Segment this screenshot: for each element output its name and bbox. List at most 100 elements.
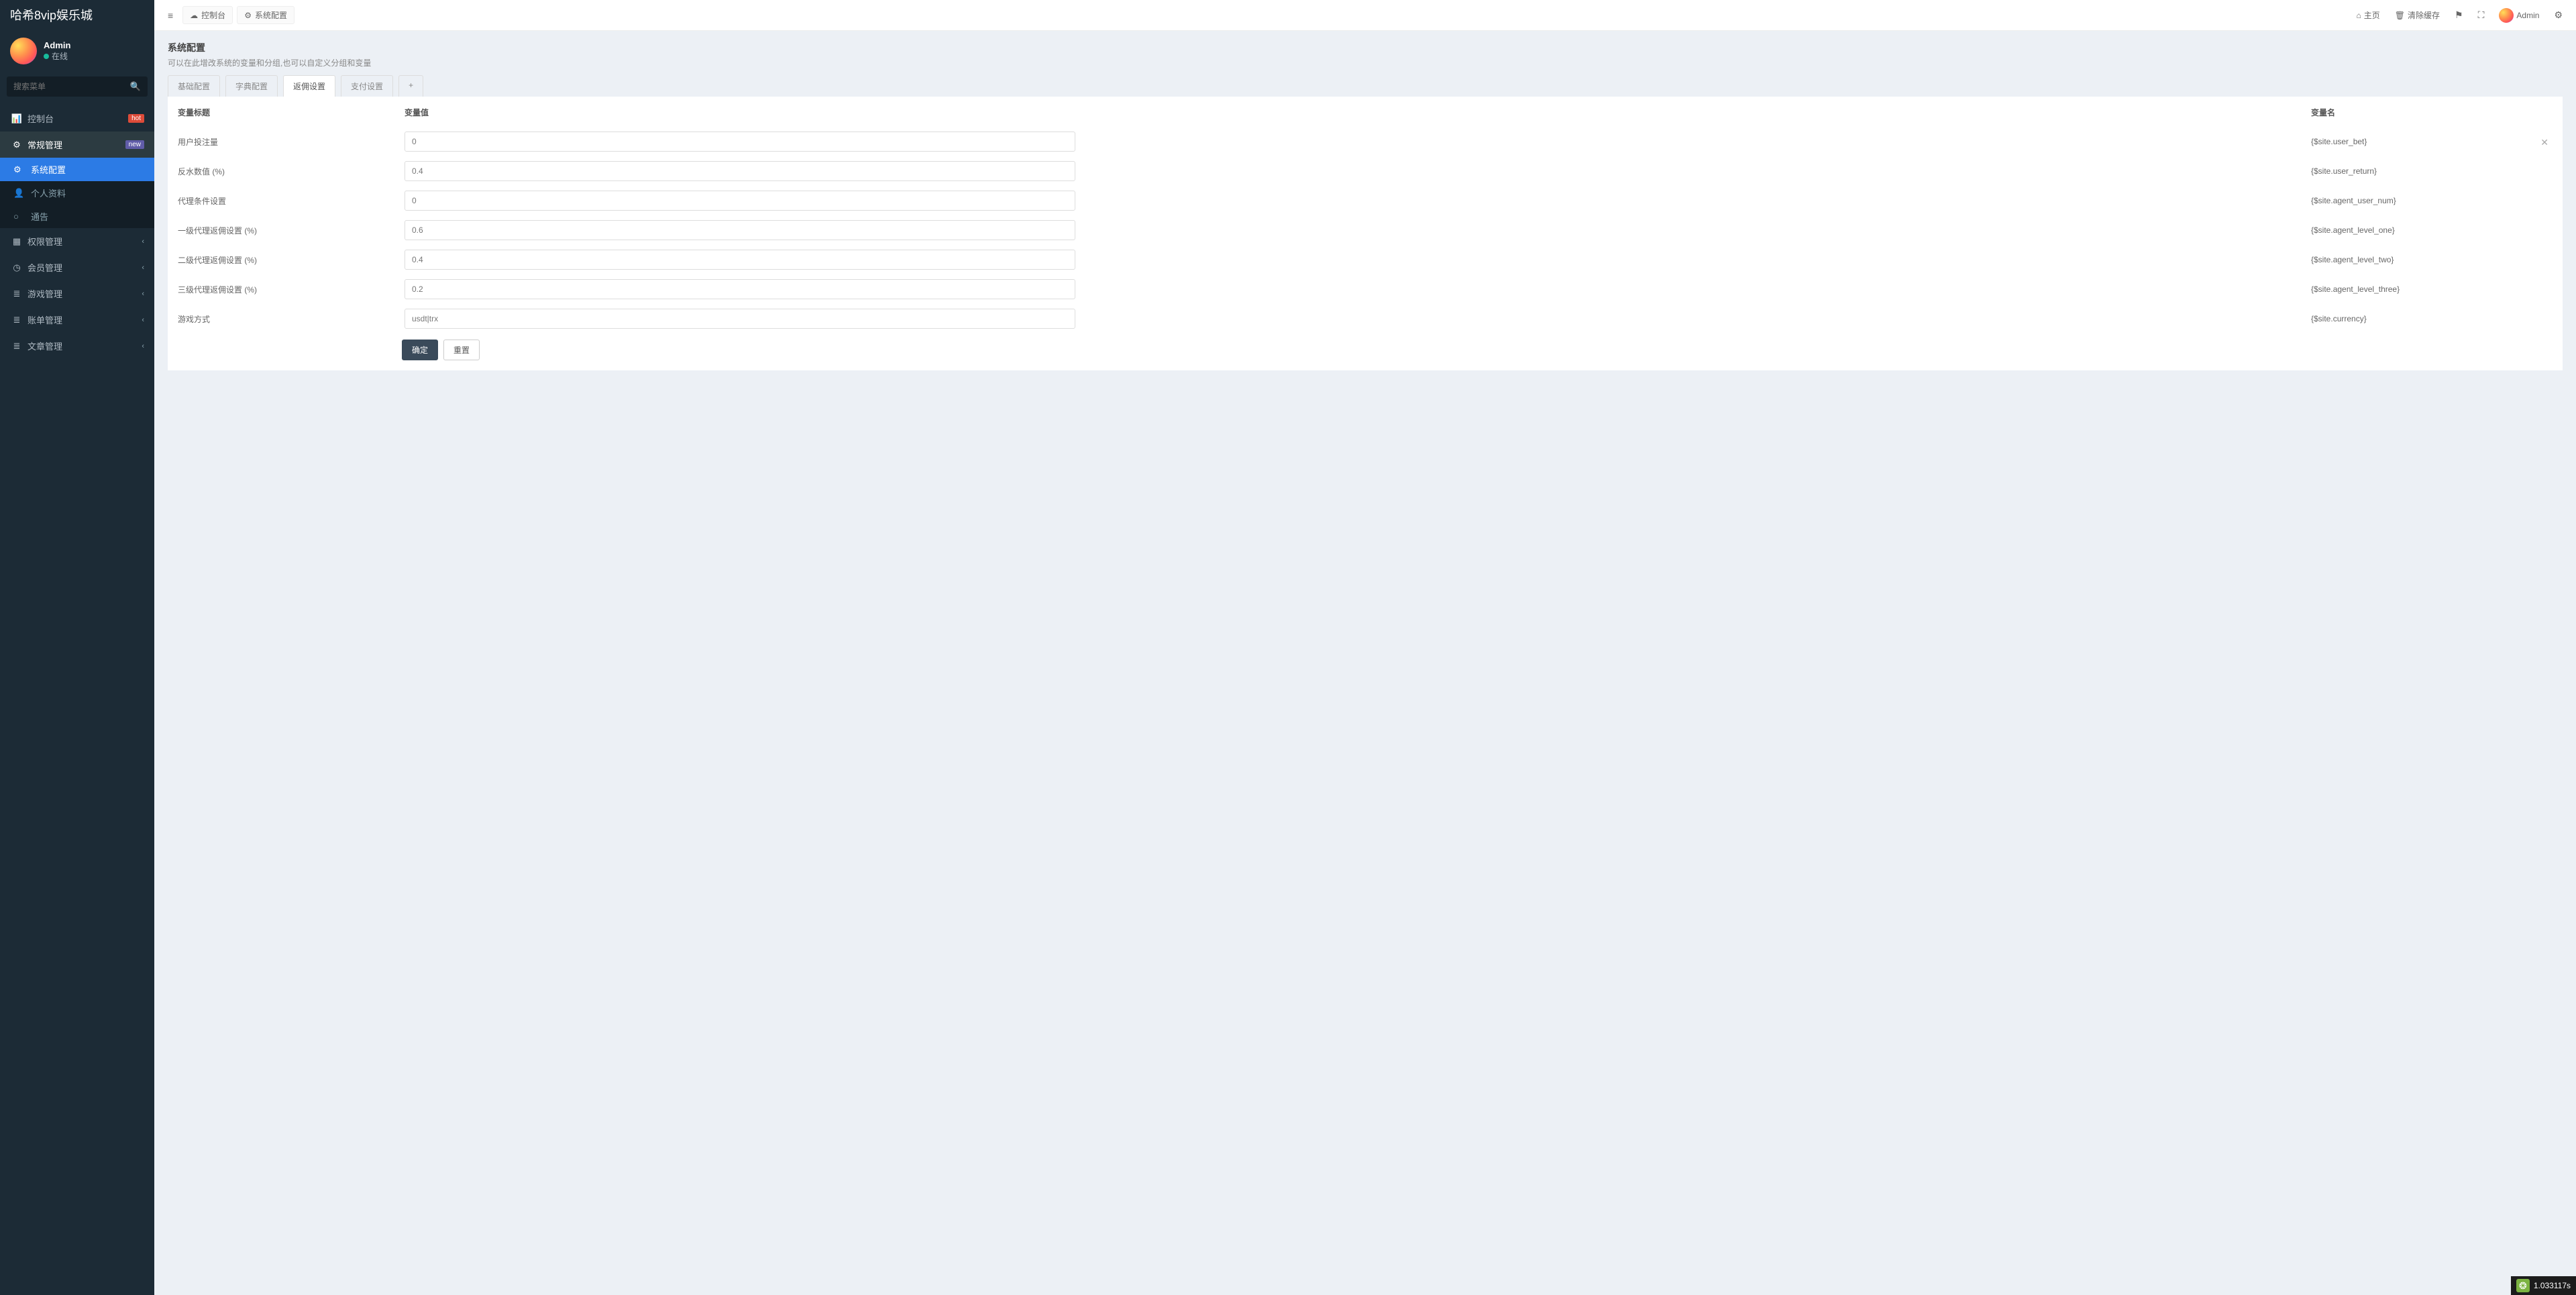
row-title: 代理条件设置 xyxy=(178,197,226,206)
col-value: 变量值 xyxy=(399,99,2304,126)
sidebar-item-3[interactable]: ◷ 会员管理 ‹ xyxy=(0,254,154,280)
home-link[interactable]: ⌂ 主页 xyxy=(2351,9,2385,21)
table-row: 游戏方式 {$site.currency} xyxy=(170,305,2561,333)
sidebar-item-label: 游戏管理 xyxy=(28,287,62,300)
sidebar-subitem-1-0[interactable]: ⚙ 系统配置 xyxy=(0,158,154,181)
menu-icon: ○ xyxy=(13,211,27,221)
page-tab-2[interactable]: 返佣设置 xyxy=(283,75,335,97)
row-title: 二级代理返佣设置 (%) xyxy=(178,256,257,265)
col-varname: 变量名 xyxy=(2306,99,2561,126)
row-value-input[interactable] xyxy=(405,220,1075,240)
user-status: 在线 xyxy=(44,50,70,62)
settings-icon[interactable]: ⚙ xyxy=(2548,5,2568,25)
table-row: 用户投注量 {$site.user_bet}✕ xyxy=(170,127,2561,156)
sidebar-subitem-label: 通告 xyxy=(31,210,48,223)
row-varname: {$site.currency} xyxy=(2311,314,2555,323)
avatar xyxy=(10,38,37,64)
page-title: 系统配置 xyxy=(168,41,2563,54)
sidebar-item-4[interactable]: ≣ 游戏管理 ‹ xyxy=(0,280,154,307)
sidebar-item-5[interactable]: ≣ 账单管理 ‹ xyxy=(0,307,154,333)
menu-icon: 📊 xyxy=(10,113,23,124)
table-row: 一级代理返佣设置 (%) {$site.agent_level_one} xyxy=(170,216,2561,244)
tab-label: 控制台 xyxy=(201,9,225,21)
chevron-left-icon: ‹ xyxy=(142,316,144,324)
add-tab-button[interactable]: + xyxy=(398,75,423,97)
tab-label: 系统配置 xyxy=(255,9,287,21)
perf-timer: ❂ 1.033117s xyxy=(2511,1276,2576,1295)
sidebar-item-2[interactable]: ▦ 权限管理 ‹ xyxy=(0,228,154,254)
row-value-input[interactable] xyxy=(405,279,1075,299)
menu-icon: ≣ xyxy=(10,289,23,299)
sidebar-subitem-label: 系统配置 xyxy=(31,163,66,176)
row-title: 三级代理返佣设置 (%) xyxy=(178,285,257,295)
col-title: 变量标题 xyxy=(170,99,398,126)
sidebar-item-label: 账单管理 xyxy=(28,313,62,326)
user-panel: Admin 在线 xyxy=(0,31,154,71)
sidebar-item-label: 权限管理 xyxy=(28,235,62,248)
menu-icon: ≣ xyxy=(10,315,23,325)
close-icon[interactable]: ✕ xyxy=(2540,137,2548,148)
row-title: 一级代理返佣设置 (%) xyxy=(178,226,257,236)
search-icon[interactable]: 🔍 xyxy=(130,81,141,92)
row-title: 用户投注量 xyxy=(178,138,218,147)
brand-title: 哈希8vip娱乐城 xyxy=(0,0,154,31)
chevron-left-icon: ‹ xyxy=(142,290,144,298)
chevron-left-icon: ‹ xyxy=(142,264,144,272)
reset-button[interactable]: 重置 xyxy=(443,340,480,360)
badge: hot xyxy=(128,114,144,123)
chevron-left-icon: ‹ xyxy=(142,238,144,246)
sidebar-item-1[interactable]: ⚙ 常规管理 new xyxy=(0,132,154,158)
page-tab-1[interactable]: 字典配置 xyxy=(225,75,278,97)
row-varname: {$site.agent_user_num} xyxy=(2311,196,2555,205)
search-input[interactable] xyxy=(7,76,148,97)
topbar-tab-0[interactable]: ☁控制台 xyxy=(182,6,233,24)
menu-icon: ⚙ xyxy=(10,140,23,150)
page-subtitle: 可以在此增改系统的变量和分组,也可以自定义分组和变量 xyxy=(168,57,2563,68)
sidebar-subitem-1-1[interactable]: 👤 个人资料 xyxy=(0,181,154,205)
sidebar-item-label: 文章管理 xyxy=(28,340,62,352)
row-value-input[interactable] xyxy=(405,132,1075,152)
badge: new xyxy=(125,140,144,149)
topbar-tab-1[interactable]: ⚙系统配置 xyxy=(237,6,294,24)
row-title: 游戏方式 xyxy=(178,315,210,324)
sidebar-item-label: 会员管理 xyxy=(28,261,62,274)
sidebar-subitem-1-2[interactable]: ○ 通告 xyxy=(0,205,154,228)
lang-icon[interactable]: ⚑ xyxy=(2449,5,2469,25)
row-varname: {$site.agent_level_three} xyxy=(2311,284,2555,294)
menu-icon: ≣ xyxy=(10,341,23,352)
row-value-input[interactable] xyxy=(405,309,1075,329)
top-user[interactable]: Admin xyxy=(2493,8,2544,23)
row-value-input[interactable] xyxy=(405,191,1075,211)
row-varname: {$site.agent_level_two} xyxy=(2311,255,2555,264)
sidebar-item-6[interactable]: ≣ 文章管理 ‹ xyxy=(0,333,154,359)
menu-icon: ▦ xyxy=(10,236,23,247)
row-varname: {$site.user_return} xyxy=(2311,166,2555,176)
fullscreen-icon[interactable]: ⛶ xyxy=(2473,5,2490,25)
sidebar-item-label: 常规管理 xyxy=(28,138,62,151)
table-row: 三级代理返佣设置 (%) {$site.agent_level_three} xyxy=(170,275,2561,303)
sidebar-subitem-label: 个人资料 xyxy=(31,187,66,199)
leaf-icon: ❂ xyxy=(2516,1279,2530,1292)
submit-button[interactable]: 确定 xyxy=(402,340,438,360)
sidebar-item-0[interactable]: 📊 控制台 hot xyxy=(0,105,154,132)
clear-cache-link[interactable]: 🗑 清除缓存 xyxy=(2390,9,2445,21)
row-value-input[interactable] xyxy=(405,250,1075,270)
menu-icon: ◷ xyxy=(10,262,23,273)
chevron-left-icon: ‹ xyxy=(142,342,144,350)
row-varname: {$site.agent_level_one} xyxy=(2311,225,2555,235)
menu-toggle-button[interactable]: ≡ xyxy=(162,6,178,25)
table-row: 二级代理返佣设置 (%) {$site.agent_level_two} xyxy=(170,246,2561,274)
table-row: 代理条件设置 {$site.agent_user_num} xyxy=(170,187,2561,215)
page-tab-0[interactable]: 基础配置 xyxy=(168,75,220,97)
menu-icon: 👤 xyxy=(13,188,27,199)
row-varname: {$site.user_bet}✕ xyxy=(2311,137,2555,146)
user-name: Admin xyxy=(44,40,70,50)
menu-icon: ⚙ xyxy=(13,164,27,175)
tab-icon: ☁ xyxy=(190,11,198,20)
row-title: 反水数值 (%) xyxy=(178,167,225,176)
table-row: 反水数值 (%) {$site.user_return} xyxy=(170,157,2561,185)
page-tab-3[interactable]: 支付设置 xyxy=(341,75,393,97)
sidebar-item-label: 控制台 xyxy=(28,112,54,125)
row-value-input[interactable] xyxy=(405,161,1075,181)
tab-icon: ⚙ xyxy=(244,11,252,20)
